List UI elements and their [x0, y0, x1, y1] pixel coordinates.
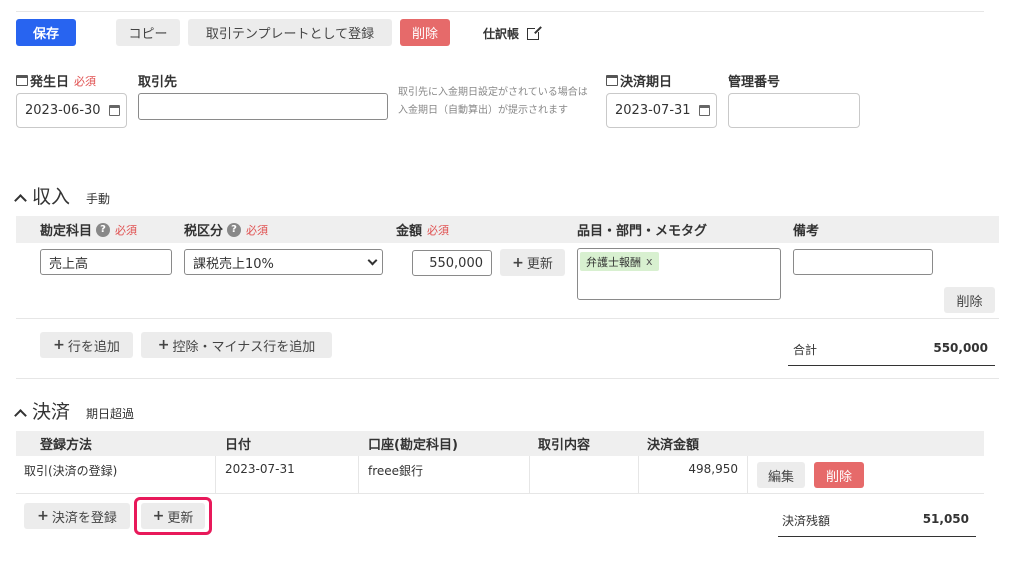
- section-divider: [16, 378, 999, 379]
- help-icon[interactable]: ?: [227, 222, 242, 237]
- partner-hint-2: 入金期日（自動算出）が提示されます: [398, 105, 568, 116]
- required-badge: 必須: [115, 223, 138, 237]
- add-row-button[interactable]: + 行を追加: [40, 332, 133, 358]
- income-section-toggle[interactable]: 収入 手動: [14, 182, 111, 209]
- income-row-divider: [16, 318, 999, 319]
- management-no-input[interactable]: [728, 93, 860, 128]
- tax-select[interactable]: 課税売上10%: [184, 249, 383, 275]
- account-input[interactable]: 売上高: [40, 249, 172, 275]
- cell-divider: [215, 456, 216, 493]
- settlement-account: freee銀行: [368, 464, 424, 478]
- required-badge: 必須: [74, 74, 97, 88]
- register-template-button[interactable]: 取引テンプレートとして登録: [188, 19, 392, 46]
- save-button[interactable]: 保存: [16, 19, 76, 46]
- col-amount: 金額 必須: [396, 223, 450, 240]
- due-date-label: 決済期日: [606, 71, 672, 90]
- due-date-input[interactable]: 2023-07-31: [606, 93, 717, 128]
- top-divider: [16, 11, 984, 12]
- settlement-section-toggle[interactable]: 決済 期日超過: [14, 397, 135, 424]
- partner-input[interactable]: [138, 93, 388, 120]
- partner-hint-1: 取引先に入金期日設定がされている場合は: [398, 87, 588, 98]
- col-tags: 品目・部門・メモタグ: [577, 224, 708, 239]
- settlement-table-header: [16, 431, 984, 456]
- chevron-up-icon: [14, 194, 27, 207]
- calendar-picker-icon[interactable]: [699, 104, 710, 116]
- settlement-date: 2023-07-31: [225, 462, 295, 476]
- settlement-amount: 498,950: [688, 462, 738, 476]
- col-date: 日付: [225, 438, 252, 453]
- required-badge: 必須: [427, 223, 450, 237]
- settlement-update-button[interactable]: + 更新: [141, 503, 205, 529]
- settlement-title: 決済: [32, 401, 71, 423]
- settlement-edit-button[interactable]: 編集: [757, 462, 805, 488]
- total-value: 550,000: [933, 341, 988, 355]
- col-settle-amount: 決済金額: [647, 438, 700, 453]
- balance-value: 51,050: [922, 512, 969, 526]
- col-method: 登録方法: [40, 438, 93, 453]
- calendar-picker-icon[interactable]: [109, 104, 120, 116]
- income-mode: 手動: [86, 192, 111, 206]
- calendar-icon: [16, 75, 28, 86]
- col-content: 取引内容: [538, 438, 591, 453]
- help-icon[interactable]: ?: [96, 222, 111, 237]
- tag-chip: 弁護士報酬 x: [580, 252, 659, 271]
- add-minus-row-button[interactable]: + 控除・マイナス行を追加: [141, 332, 332, 358]
- note-input[interactable]: [793, 249, 933, 275]
- cell-divider: [358, 456, 359, 493]
- settlement-delete-button[interactable]: 削除: [814, 462, 864, 488]
- required-badge: 必須: [246, 223, 269, 237]
- income-table-header: [16, 216, 999, 243]
- cell-divider: [529, 456, 530, 493]
- row-delete-button[interactable]: 削除: [944, 287, 995, 313]
- col-account: 勘定科目 ? 必須: [40, 222, 138, 239]
- balance-underline: [778, 536, 976, 537]
- issue-date-label: 発生日 必須: [16, 71, 96, 90]
- total-label: 合計: [793, 343, 818, 357]
- calendar-icon: [606, 75, 618, 86]
- issue-date-input[interactable]: 2023-06-30: [16, 93, 127, 128]
- col-tax: 税区分 ? 必須: [184, 222, 269, 239]
- income-title: 収入: [32, 186, 71, 208]
- col-account: 口座(勘定科目): [368, 438, 458, 453]
- amount-input[interactable]: 550,000: [412, 250, 492, 276]
- amount-update-button[interactable]: + 更新: [500, 249, 565, 276]
- col-note: 備考: [793, 224, 820, 239]
- cell-divider: [638, 456, 639, 493]
- delete-button[interactable]: 削除: [400, 19, 450, 46]
- balance-label: 決済残額: [782, 514, 831, 528]
- journal-link-label: 仕訳帳: [483, 27, 520, 41]
- chevron-down-icon: [367, 255, 378, 266]
- copy-button[interactable]: コピー: [116, 19, 180, 46]
- cell-divider: [747, 456, 748, 493]
- settlement-status: 期日超過: [86, 407, 135, 421]
- partner-label: 取引先: [138, 75, 178, 90]
- external-link-icon: [527, 24, 543, 40]
- journal-link[interactable]: 仕訳帳: [483, 24, 543, 42]
- management-no-label: 管理番号: [728, 75, 781, 90]
- tag-remove-icon[interactable]: x: [646, 255, 653, 268]
- settlement-row-divider: [16, 493, 984, 494]
- register-settlement-button[interactable]: + 決済を登録: [24, 503, 130, 529]
- total-underline: [788, 365, 995, 366]
- chevron-up-icon: [14, 409, 27, 422]
- settlement-method: 取引(決済の登録): [24, 464, 118, 478]
